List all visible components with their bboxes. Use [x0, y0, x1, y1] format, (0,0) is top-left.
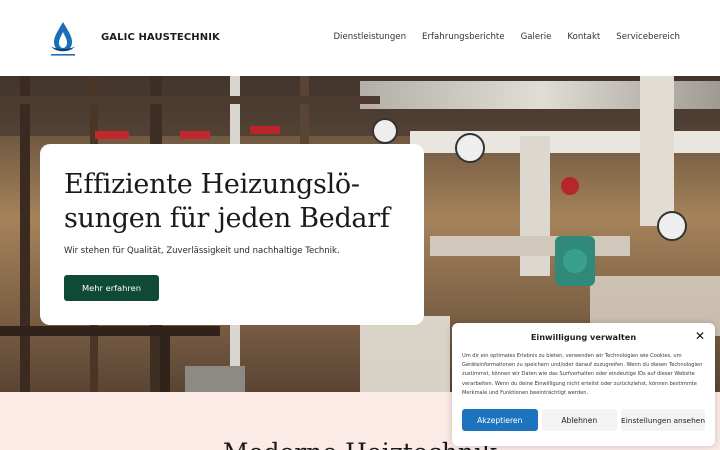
- brand-name[interactable]: GALIC HAUSTECHNIK: [101, 32, 220, 43]
- close-icon[interactable]: ✕: [695, 330, 705, 342]
- site-header: GALIC HAUSTECHNIK Dienstleistungen Erfah…: [0, 0, 720, 76]
- accept-button[interactable]: Akzeptieren: [462, 409, 538, 431]
- consent-buttons: Akzeptieren Ablehnen Einstellungen anseh…: [462, 409, 706, 431]
- nav-servicebereich[interactable]: Servicebereich: [616, 32, 680, 42]
- water-drop-flame-logo[interactable]: [47, 20, 79, 58]
- nav-kontakt[interactable]: Kontakt: [567, 32, 600, 42]
- nav-dienstleistungen[interactable]: Dienstleistungen: [333, 32, 406, 42]
- main-nav: Dienstleistungen Erfahrungsberichte Gale…: [333, 32, 680, 42]
- nav-erfahrungsberichte[interactable]: Erfahrungsberichte: [422, 32, 505, 42]
- consent-title: Einwilligung verwalten: [530, 332, 637, 342]
- view-settings-button[interactable]: Einstellungen ansehen: [621, 409, 706, 431]
- cookie-consent-dialog: Einwilligung verwalten ✕ Um dir ein opti…: [452, 323, 715, 446]
- consent-text: Um dir ein optimales Erlebnis zu bieten,…: [462, 353, 703, 396]
- deny-button[interactable]: Ablehnen: [541, 409, 618, 431]
- hero-title: Effiziente Heizungslö-sungen für jeden B…: [64, 169, 390, 234]
- hero-card: Effiziente Heizungslö-sungen für jeden B…: [40, 144, 424, 325]
- nav-galerie[interactable]: Galerie: [521, 32, 552, 42]
- learn-more-button[interactable]: Mehr erfahren: [64, 275, 159, 301]
- hero-subtitle: Wir stehen für Qualität, Zuverlässigkeit…: [64, 246, 340, 256]
